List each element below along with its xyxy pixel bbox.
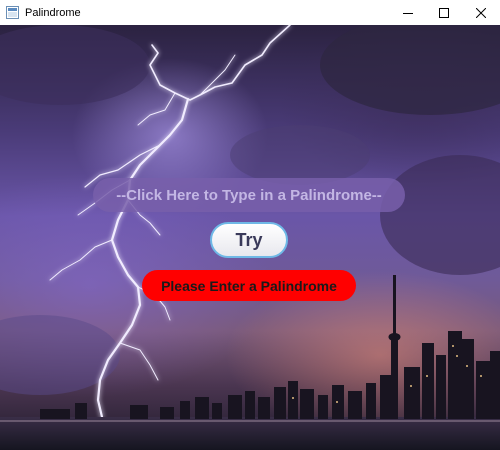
content-area: Try Please Enter a Palindrome [0, 25, 500, 450]
try-button[interactable]: Try [210, 222, 288, 258]
close-button[interactable] [462, 0, 500, 25]
status-message: Please Enter a Palindrome [142, 270, 356, 301]
maximize-icon [439, 7, 449, 18]
app-icon [6, 6, 19, 19]
window-controls [390, 0, 500, 25]
window-title: Palindrome [25, 6, 81, 19]
title-bar[interactable]: Palindrome [0, 0, 500, 25]
minimize-icon [403, 12, 413, 14]
maximize-button[interactable] [426, 0, 462, 25]
palindrome-input[interactable] [93, 178, 405, 212]
minimize-button[interactable] [390, 0, 426, 25]
close-icon [476, 7, 486, 18]
app-window: Palindrome --Click Here to Type in a Pal… [0, 0, 500, 450]
